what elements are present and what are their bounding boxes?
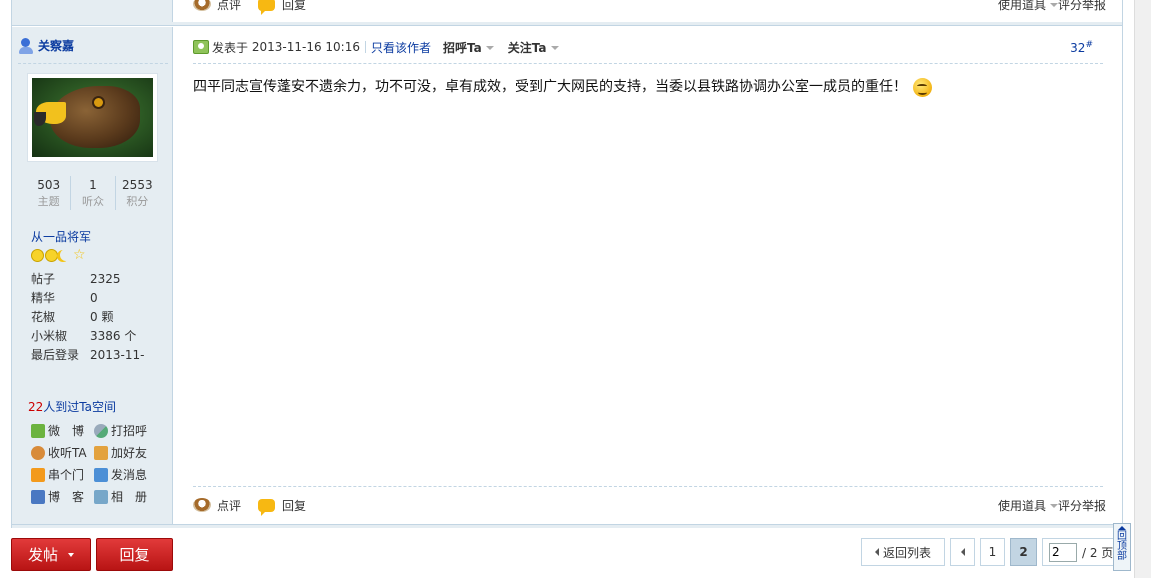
prev-page-button[interactable] xyxy=(950,538,975,566)
follow-dropdown[interactable]: 关注Ta xyxy=(508,39,559,56)
weibo-link[interactable]: 微 博 xyxy=(31,422,94,439)
profile-row: 花椒 0 颗 xyxy=(31,310,114,324)
new-post-button[interactable]: 发帖 xyxy=(11,538,91,571)
speech-bubble-icon xyxy=(258,0,276,15)
sun-icon xyxy=(45,249,58,262)
only-author-link[interactable]: 只看该作者 xyxy=(371,39,431,56)
follow-link[interactable]: 收听TA xyxy=(31,444,94,461)
post-right-actions: 使用道具 评分 举报 xyxy=(998,495,1106,515)
post-content: 四平同志宣传蓬安不遗余力，功不可没，卓有成效，受到广大网民的支持，当委以县铁路协… xyxy=(193,76,1103,98)
send-message-link[interactable]: 发消息 xyxy=(94,466,157,483)
author-stats: 503 主题 1 听众 2553 积分 xyxy=(27,176,159,210)
star-icon: ☆ xyxy=(73,247,86,263)
stat-listeners[interactable]: 1 听众 xyxy=(71,176,116,210)
coffee-cup-icon xyxy=(193,498,211,512)
profile-row: 精华 0 xyxy=(31,291,98,305)
reply-thread-button[interactable]: 回复 xyxy=(96,538,173,571)
chevron-down-icon xyxy=(1049,504,1058,508)
author-links: 微 博 打招呼 收听TA 加好友 串个门 发消息 博 客 相 册 xyxy=(31,422,171,505)
greet-link[interactable]: 打招呼 xyxy=(94,422,157,439)
post-header: 发表于 2013-11-16 10:16 只看该作者 招呼Ta 关注Ta 32# xyxy=(193,38,1103,56)
author-sidebar: 关察嘉 503 主题 1 听众 2553 积分 从一品将军 ☆ 帖子 2325 … xyxy=(12,27,173,524)
user-icon xyxy=(18,37,34,54)
stat-topics[interactable]: 503 主题 xyxy=(27,176,72,210)
message-icon xyxy=(94,467,108,482)
previous-post-right-actions: 使用道具 评分 举报 xyxy=(998,0,1106,14)
report-link[interactable]: 举报 xyxy=(1082,0,1106,13)
page-jump: / 2 页 xyxy=(1042,538,1116,566)
post-date: 2013-11-16 10:16 xyxy=(251,40,360,54)
profile-row: 最后登录 2013-11- xyxy=(31,348,145,362)
visit-home-link[interactable]: 串个门 xyxy=(31,466,94,483)
previous-post-sidebar-end xyxy=(12,0,173,22)
level-medals: ☆ xyxy=(31,247,86,263)
follow-icon xyxy=(31,445,45,460)
back-to-top-button[interactable]: 回顶部 xyxy=(1113,523,1131,571)
chevron-down-icon xyxy=(1049,3,1058,7)
chevron-down-icon xyxy=(550,46,559,50)
arrow-left-icon xyxy=(960,548,965,556)
author-profile: 帖子 2325 精华 0 花椒 0 颗 小米椒 3386 个 最后登录 2013-11- xyxy=(31,270,171,365)
greet-dropdown[interactable]: 招呼Ta xyxy=(443,39,494,56)
post-separator xyxy=(12,524,1122,528)
chevron-down-icon xyxy=(68,552,74,557)
reply-button[interactable]: 回复 xyxy=(258,497,306,516)
post-actions: 点评 回复 xyxy=(193,495,323,516)
arrow-left-icon xyxy=(874,548,879,556)
page-1-link[interactable]: 1 xyxy=(980,538,1005,566)
score-link[interactable]: 评分 xyxy=(1058,497,1082,514)
profile-row: 小米椒 3386 个 xyxy=(31,329,137,343)
previous-post-footer: 点评 回复 使用道具 评分 举报 xyxy=(12,0,1122,22)
current-page: 2 xyxy=(1010,538,1037,566)
author-rank[interactable]: 从一品将军 xyxy=(31,228,91,245)
online-status-icon xyxy=(193,40,209,54)
forum-thread-page: 点评 回复 使用道具 评分 举报 关察嘉 503 主题 1 听众 2553 积分… xyxy=(11,0,1123,528)
add-friend-link[interactable]: 加好友 xyxy=(94,444,157,461)
space-visits-link[interactable]: 22人到过Ta空间 xyxy=(28,398,116,415)
chevron-down-icon xyxy=(485,46,494,50)
use-tools-menu[interactable]: 使用道具 xyxy=(998,0,1058,13)
report-link[interactable]: 举报 xyxy=(1082,497,1106,514)
score-link[interactable]: 评分 xyxy=(1058,0,1082,13)
post-separator xyxy=(12,22,1122,26)
album-link[interactable]: 相 册 xyxy=(94,488,157,505)
pagination: 返回列表 1 2 / 2 页 xyxy=(856,538,1116,566)
scrollbar[interactable] xyxy=(1134,0,1151,578)
speech-bubble-icon xyxy=(258,498,276,516)
previous-post-actions: 点评 回复 xyxy=(193,0,323,15)
divider xyxy=(193,63,1103,64)
stat-points[interactable]: 2553 积分 xyxy=(116,176,159,210)
floor-number[interactable]: 32# xyxy=(1070,40,1093,55)
reply-button[interactable]: 回复 xyxy=(258,0,306,15)
add-friend-icon xyxy=(94,445,108,460)
moon-icon xyxy=(59,249,72,262)
rate-button[interactable]: 点评 xyxy=(193,497,241,514)
album-icon xyxy=(94,489,108,504)
use-tools-menu[interactable]: 使用道具 xyxy=(998,497,1058,514)
avatar[interactable] xyxy=(27,73,158,162)
profile-row: 帖子 2325 xyxy=(31,272,121,286)
smiley-emoticon-icon xyxy=(913,77,932,97)
eagle-avatar-image xyxy=(32,78,153,157)
coffee-cup-icon xyxy=(193,0,211,11)
divider xyxy=(193,486,1103,487)
back-to-list-button[interactable]: 返回列表 xyxy=(861,538,945,566)
arrow-up-icon xyxy=(1118,526,1126,530)
author-name-link[interactable]: 关察嘉 xyxy=(18,37,74,54)
divider xyxy=(364,41,366,53)
wave-icon xyxy=(94,423,108,438)
weibo-icon xyxy=(31,423,45,438)
blog-icon xyxy=(31,489,45,504)
sun-icon xyxy=(31,249,44,262)
page-jump-input[interactable] xyxy=(1049,542,1077,562)
rate-button[interactable]: 点评 xyxy=(193,0,241,13)
blog-link[interactable]: 博 客 xyxy=(31,488,94,505)
home-icon xyxy=(31,467,45,482)
divider xyxy=(18,63,168,64)
